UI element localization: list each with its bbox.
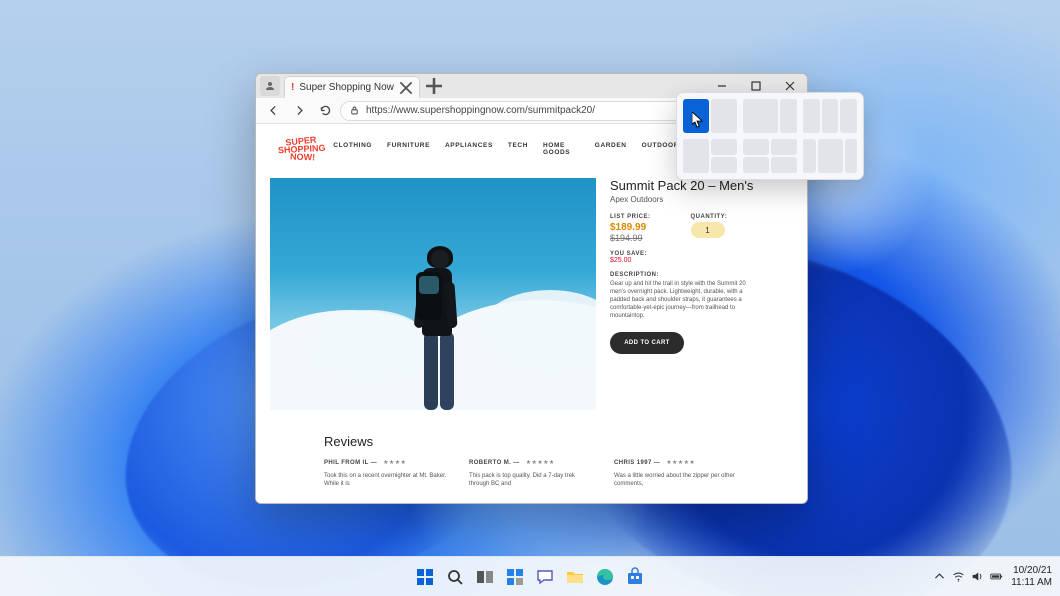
description-body: Gear up and hit the trail in style with … — [610, 280, 760, 320]
windows-icon — [415, 567, 435, 587]
tab-title: Super Shopping Now — [299, 82, 394, 93]
tab-close-button[interactable] — [399, 81, 413, 95]
review-item: ROBERTO M. — ★★★★★ This pack is top qual… — [469, 459, 594, 489]
widgets-icon — [505, 567, 525, 587]
arrow-right-icon — [293, 104, 306, 117]
store-button[interactable] — [623, 565, 647, 589]
chat-button[interactable] — [533, 565, 557, 589]
nav-item[interactable]: HOME GOODS — [543, 142, 580, 156]
nav-item[interactable]: APPLIANCES — [445, 142, 493, 156]
chat-icon — [535, 567, 555, 587]
edge-icon — [595, 567, 615, 587]
edge-button[interactable] — [593, 565, 617, 589]
product-image — [270, 178, 596, 410]
clock-date: 10/20/21 — [1013, 565, 1052, 577]
reviews-section: Reviews PHIL FROM IL — ★★★★ Took this on… — [324, 434, 739, 489]
close-icon — [399, 81, 413, 95]
you-save-value: $25.00 — [610, 257, 793, 264]
nav-item[interactable]: OUTDOOR — [642, 142, 679, 156]
folder-icon — [565, 567, 585, 587]
mouse-cursor — [692, 112, 704, 128]
add-to-cart-button[interactable]: ADD TO CART — [610, 332, 684, 354]
browser-tab[interactable]: ! Super Shopping Now — [284, 76, 420, 98]
tab-favicon: ! — [291, 82, 294, 93]
quantity-label: QUANTITY: — [691, 214, 728, 220]
refresh-button[interactable] — [314, 100, 336, 122]
taskbar: 10/20/21 11:11 AM — [0, 556, 1060, 596]
file-explorer-button[interactable] — [563, 565, 587, 589]
nav-item[interactable]: CLOTHING — [333, 142, 372, 156]
url-text: https://www.supershoppingnow.com/summitp… — [366, 105, 595, 116]
plus-icon — [424, 76, 444, 96]
snap-layout-thirds[interactable] — [803, 99, 857, 133]
product-section: Summit Pack 20 – Men's Apex Outdoors LIS… — [270, 178, 793, 410]
logo-text: SUPER SHOPPING NOW! — [277, 134, 327, 163]
task-view-icon — [475, 567, 495, 587]
wifi-icon[interactable] — [952, 570, 965, 583]
snap-layout-left-stack[interactable] — [683, 139, 737, 173]
list-price-label: LIST PRICE: — [610, 214, 651, 220]
start-button[interactable] — [413, 565, 437, 589]
description-label: DESCRIPTION: — [610, 272, 793, 278]
volume-icon[interactable] — [971, 570, 984, 583]
page-content: SUPER SHOPPING NOW! CLOTHING FURNITURE A… — [256, 124, 807, 503]
reviews-title: Reviews — [324, 434, 739, 449]
profile-button[interactable] — [260, 76, 280, 96]
desktop: ! Super Shopping Now — [0, 0, 1060, 596]
nav-item[interactable]: TECH — [508, 142, 528, 156]
close-icon — [785, 81, 795, 91]
maximize-icon — [751, 81, 761, 91]
search-icon — [445, 567, 465, 587]
search-button[interactable] — [443, 565, 467, 589]
new-tab-button[interactable] — [424, 76, 444, 96]
product-title: Summit Pack 20 – Men's — [610, 178, 793, 193]
minimize-icon — [717, 81, 727, 91]
person-icon — [264, 80, 276, 92]
taskbar-clock[interactable]: 10/20/21 11:11 AM — [1011, 565, 1052, 588]
task-view-button[interactable] — [473, 565, 497, 589]
review-item: PHIL FROM IL — ★★★★ Took this on a recen… — [324, 459, 449, 489]
price-original: $194.99 — [610, 233, 651, 243]
site-logo[interactable]: SUPER SHOPPING NOW! — [270, 130, 333, 168]
snap-layouts-flyout — [676, 92, 864, 180]
forward-button[interactable] — [288, 100, 310, 122]
nav-item[interactable]: FURNITURE — [387, 142, 430, 156]
back-button[interactable] — [262, 100, 284, 122]
refresh-icon — [319, 104, 332, 117]
lock-icon — [349, 105, 360, 116]
arrow-left-icon — [267, 104, 280, 117]
taskbar-center — [413, 565, 647, 589]
price-current: $189.99 — [610, 222, 651, 233]
system-tray: 10/20/21 11:11 AM — [933, 565, 1052, 588]
nav-item[interactable]: GARDEN — [595, 142, 627, 156]
chevron-up-icon[interactable] — [933, 570, 946, 583]
battery-icon[interactable] — [990, 570, 1003, 583]
snap-layout-center-wide[interactable] — [803, 139, 857, 173]
tab-strip: ! Super Shopping Now — [284, 74, 705, 98]
snap-layout-66-33[interactable] — [743, 99, 797, 133]
main-nav: CLOTHING FURNITURE APPLIANCES TECH HOME … — [333, 142, 679, 156]
product-details: Summit Pack 20 – Men's Apex Outdoors LIS… — [610, 178, 793, 410]
product-brand: Apex Outdoors — [610, 195, 793, 204]
snap-layout-quad[interactable] — [743, 139, 797, 173]
store-icon — [625, 567, 645, 587]
review-item: CHRIS 1997 — ★★★★★ Was a little worried … — [614, 459, 739, 489]
hiker-figure — [388, 220, 488, 410]
clock-time: 11:11 AM — [1011, 577, 1052, 589]
widgets-button[interactable] — [503, 565, 527, 589]
quantity-selector[interactable]: 1 — [691, 222, 725, 238]
